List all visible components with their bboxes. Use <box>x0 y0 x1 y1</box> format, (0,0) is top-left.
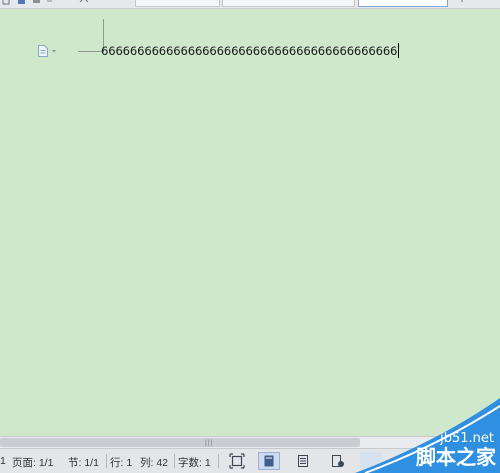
status-page-number: 1 <box>0 455 6 467</box>
reading-view-icon[interactable] <box>326 452 348 470</box>
document-tab-2[interactable] <box>222 0 355 7</box>
status-page[interactable]: 页面: 1/1 <box>12 455 53 470</box>
scrollbar-grip-icon: ||| <box>205 440 214 447</box>
document-page[interactable]: 6666666666666666666666666666666666666666… <box>0 9 500 436</box>
document-text-line[interactable]: 6666666666666666666666666666666666666666… <box>101 43 400 59</box>
page-view-icon <box>264 455 274 467</box>
page-view-button[interactable] <box>258 452 280 470</box>
outline-view-icon[interactable] <box>292 452 314 470</box>
status-column[interactable]: 列: 42 <box>140 455 168 470</box>
document-tab-1[interactable] <box>135 0 220 7</box>
document-tab-3[interactable] <box>358 0 448 7</box>
watermark-name: 脚本之家 <box>416 445 496 469</box>
status-line[interactable]: 行: 1 <box>110 455 132 470</box>
scrollbar-thumb[interactable]: ||| <box>0 438 360 447</box>
document-text: 6666666666666666666666666666666666666666… <box>101 44 398 58</box>
window-controls[interactable] <box>455 0 495 6</box>
text-cursor <box>398 43 400 58</box>
status-word-count[interactable]: 字数: 1 <box>178 455 211 470</box>
quick-access-toolbar[interactable] <box>2 0 98 6</box>
paste-doc-icon[interactable] <box>37 43 61 59</box>
status-section[interactable]: 节: 1/1 <box>68 455 99 470</box>
full-screen-icon[interactable] <box>226 452 248 470</box>
title-tab-strip <box>0 0 500 9</box>
